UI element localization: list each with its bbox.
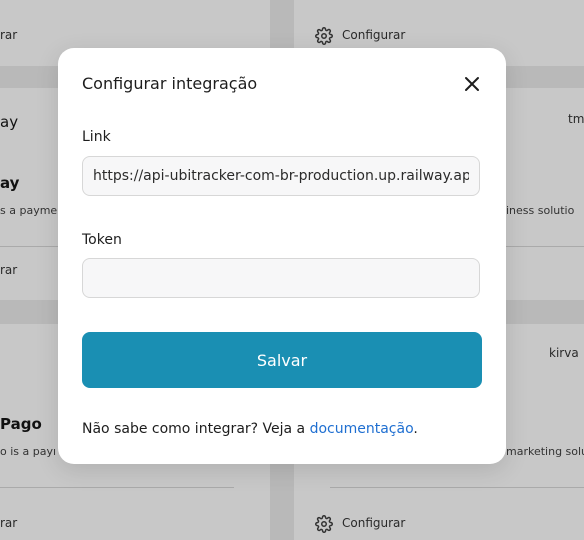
configure-integration-modal: Configurar integração Link Token Salvar … bbox=[58, 48, 506, 464]
card-left-middle-title: ay bbox=[0, 174, 20, 192]
configure-link-left-top[interactable]: rar bbox=[0, 28, 17, 42]
save-button[interactable]: Salvar bbox=[82, 332, 482, 388]
card-right-bottom-desc: marketing solu bbox=[506, 445, 584, 458]
token-label: Token bbox=[82, 232, 122, 248]
divider bbox=[0, 487, 234, 488]
card-left-bottom-desc: o is a payı bbox=[0, 445, 57, 458]
card-right-bottom-tag: kirva bbox=[549, 346, 579, 360]
link-label: Link bbox=[82, 129, 111, 145]
card-left-middle-title-a: ay bbox=[0, 113, 19, 131]
close-button[interactable] bbox=[460, 72, 484, 96]
help-text-suffix: . bbox=[413, 421, 418, 437]
card-left-middle-desc: s a payme bbox=[0, 204, 58, 217]
card-right-middle-tag: tm bbox=[568, 112, 584, 126]
configure-link-right-top[interactable]: Configurar bbox=[342, 28, 405, 42]
modal-title: Configurar integração bbox=[82, 74, 258, 93]
close-icon bbox=[465, 77, 479, 91]
configure-link-left-middle[interactable]: rar bbox=[0, 263, 17, 277]
configure-link-left-bottom[interactable]: rar bbox=[0, 516, 17, 530]
card-right-middle-desc: iness solutio bbox=[506, 204, 575, 217]
card-left-bottom-title: Pago bbox=[0, 415, 42, 433]
configure-link-right-bottom[interactable]: Configurar bbox=[342, 516, 405, 530]
divider bbox=[330, 487, 584, 488]
token-input[interactable] bbox=[82, 258, 480, 298]
help-text-prefix: Não sabe como integrar? Veja a bbox=[82, 421, 310, 437]
gear-icon bbox=[315, 515, 333, 533]
gear-icon bbox=[315, 27, 333, 45]
documentation-link[interactable]: documentação bbox=[310, 421, 414, 437]
link-input[interactable] bbox=[82, 156, 480, 196]
help-text: Não sabe como integrar? Veja a documenta… bbox=[82, 421, 418, 437]
